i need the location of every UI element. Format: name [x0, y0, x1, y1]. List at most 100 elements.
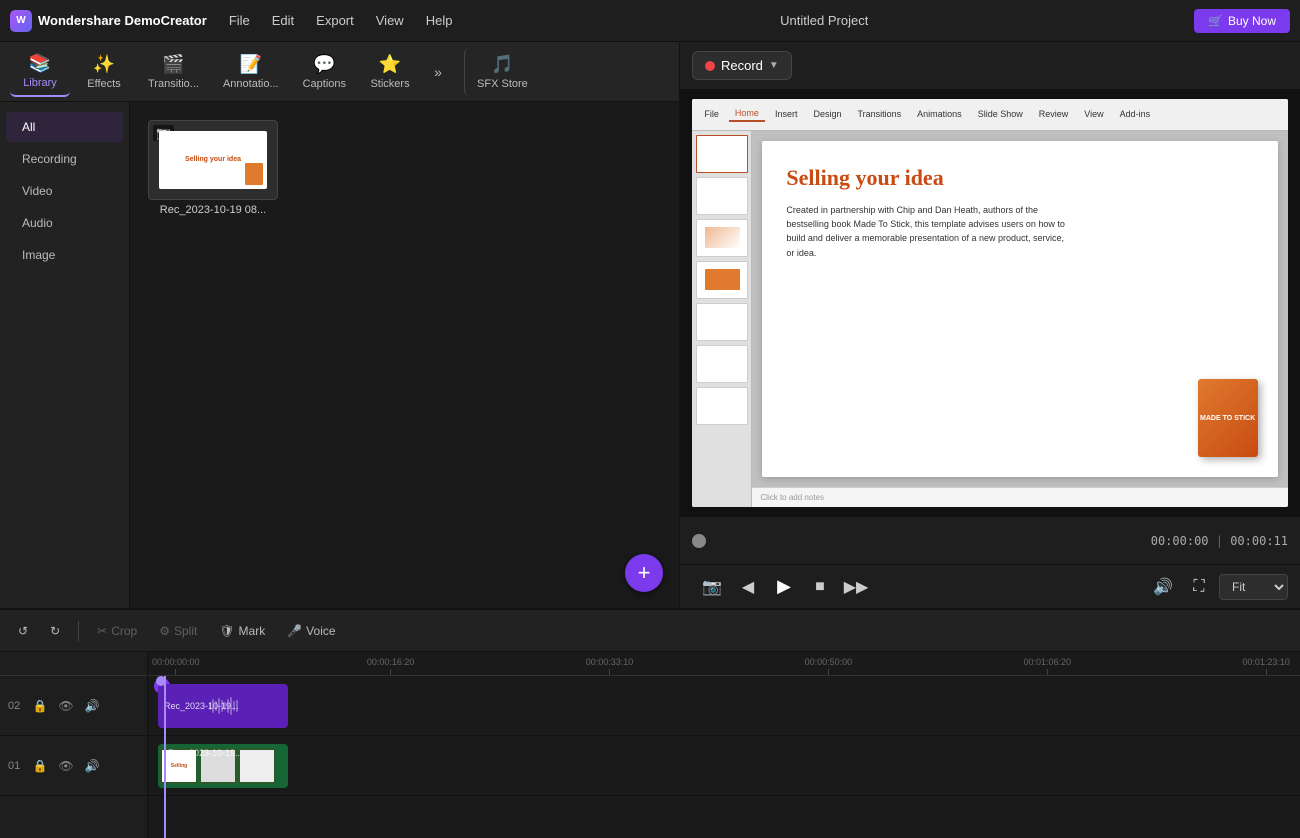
ppt-tab-transitions[interactable]: Transitions [851, 107, 907, 121]
crop-button[interactable]: ✂ Crop [89, 620, 145, 642]
playhead [164, 676, 166, 838]
app-name: Wondershare DemoCreator [38, 13, 207, 28]
tool-sfxstore[interactable]: 🎵 SFX Store [464, 48, 538, 96]
bar [224, 702, 226, 710]
menu-help[interactable]: Help [424, 9, 455, 32]
add-media-button[interactable]: + [625, 554, 663, 592]
ppt-slide-thumb-6[interactable] [696, 345, 748, 383]
ppt-tab-home[interactable]: Home [729, 106, 765, 122]
sidebar-item-audio[interactable]: Audio [6, 208, 123, 238]
prev-icon: ◀ [742, 577, 754, 597]
tool-effects[interactable]: ✨ Effects [74, 48, 134, 96]
project-title: Untitled Project [474, 13, 1174, 28]
ppt-tab-view[interactable]: View [1078, 107, 1109, 121]
library-sidebar: All Recording Video Audio Image [0, 102, 130, 608]
sidebar-audio-label: Audio [22, 216, 53, 230]
split-button[interactable]: ⚙ Split [151, 620, 205, 642]
bar [233, 701, 235, 711]
redo-button[interactable]: ↻ [42, 620, 68, 642]
ppt-tab-addins[interactable]: Add-ins [1114, 107, 1157, 121]
menu-file[interactable]: File [227, 9, 252, 32]
library-toolbar: 📚 Library ✨ Effects 🎬 Transitio... 📝 Ann… [0, 42, 679, 102]
volume-button[interactable]: 🔊 [1147, 571, 1179, 603]
ruler-mark-5: 00:01:23:10 [1242, 657, 1290, 675]
ppt-tab-file[interactable]: File [698, 107, 725, 121]
ppt-slide-thumb-3[interactable] [696, 219, 748, 257]
audio-button-02[interactable]: 🔊 [82, 696, 102, 716]
ppt-tab-insert[interactable]: Insert [769, 107, 804, 121]
crop-icon: ✂ [97, 624, 107, 638]
slide-thumb-content-4 [705, 269, 740, 291]
ppt-tab-slideshow[interactable]: Slide Show [972, 107, 1029, 121]
track-row-01: Selling [148, 736, 1300, 796]
record-button[interactable]: Record ▼ [692, 51, 792, 80]
voice-button[interactable]: 🎤 Voice [279, 620, 343, 642]
prev-button[interactable]: ◀ [732, 571, 764, 603]
menu-view[interactable]: View [374, 9, 406, 32]
bar [209, 702, 211, 710]
ppt-tab-design[interactable]: Design [807, 107, 847, 121]
slide-thumb-content-5 [705, 311, 740, 333]
slide-title: Selling your idea [786, 165, 943, 191]
timeline-toolbar: ↺ ↻ ✂ Crop ⚙ Split 🛡 Mark 🎤 Voice [0, 610, 1300, 652]
bar [212, 699, 214, 713]
ppt-slide-thumb-1[interactable] [696, 135, 748, 173]
waveform-bars [209, 697, 238, 715]
more-tools-button[interactable]: » [424, 58, 452, 86]
undo-button[interactable]: ↺ [10, 620, 36, 642]
stop-button[interactable]: ■ [804, 571, 836, 603]
visibility-button-02[interactable]: 👁 [56, 696, 76, 716]
sidebar-item-all[interactable]: All [6, 112, 123, 142]
split-label: Split [174, 624, 197, 638]
ruler-mark-1: 00:00:16:20 [367, 657, 415, 675]
time-display: 00:00:00 | 00:00:11 [714, 534, 1288, 548]
ppt-slide-thumb-4[interactable] [696, 261, 748, 299]
annotations-icon: 📝 [240, 54, 262, 75]
timeline-tracks-area: 00:00:00:00 00:00:16:20 00:00:33:10 00:0… [148, 652, 1300, 838]
play-button[interactable]: ▶ [768, 571, 800, 603]
track-label-02: 02 🔒 👁 🔊 [0, 676, 147, 736]
lock-button-02[interactable]: 🔒 [30, 696, 50, 716]
zoom-select[interactable]: Fit 50% 75% 100% [1219, 574, 1288, 600]
redo-icon: ↻ [50, 624, 60, 638]
sidebar-item-recording[interactable]: Recording [6, 144, 123, 174]
video-clip-02[interactable]: Rec_2023-10-19... [158, 684, 288, 728]
slide-body-text: Created in partnership with Chip and Dan… [786, 203, 1066, 261]
record-indicator [705, 61, 715, 71]
ppt-slide-thumb-5[interactable] [696, 303, 748, 341]
tool-captions[interactable]: 💬 Captions [293, 48, 356, 96]
ppt-tab-review[interactable]: Review [1033, 107, 1075, 121]
slide-book: MADE TO STICK [1198, 379, 1258, 457]
sidebar-item-image[interactable]: Image [6, 240, 123, 270]
mark-button[interactable]: 🛡 Mark [211, 620, 273, 642]
fullscreen-button[interactable]: ⛶ [1183, 571, 1215, 603]
audio-button-01[interactable]: 🔊 [82, 756, 102, 776]
media-item[interactable]: 📷 Selling your idea Rec_2023-10-19 08... [148, 120, 278, 216]
tool-transitions[interactable]: 🎬 Transitio... [138, 48, 209, 96]
tool-stickers[interactable]: ⭐ Stickers [360, 48, 420, 96]
screen-clip-01[interactable]: Selling [158, 744, 288, 788]
track-row-02: C [148, 676, 1300, 736]
tool-annotations[interactable]: 📝 Annotatio... [213, 48, 289, 96]
buy-now-button[interactable]: 🛒 Buy Now [1194, 9, 1290, 33]
plus-icon: + [638, 560, 651, 586]
visibility-button-01[interactable]: 👁 [56, 756, 76, 776]
slide-thumb-content-6 [705, 353, 740, 375]
ppt-tab-animations[interactable]: Animations [911, 107, 968, 121]
menu-edit[interactable]: Edit [270, 9, 296, 32]
slide-thumb-content-2 [705, 185, 740, 207]
buy-now-label: Buy Now [1228, 14, 1276, 28]
next-button[interactable]: ▶▶ [840, 571, 872, 603]
thumb-slide-title: Selling your idea [183, 154, 243, 166]
sidebar-item-video[interactable]: Video [6, 176, 123, 206]
preview-panel: Record ▼ File Home Insert Design Transit… [680, 42, 1300, 608]
tool-library[interactable]: 📚 Library [10, 47, 70, 97]
menu-export[interactable]: Export [314, 9, 356, 32]
ppt-slide-thumb-2[interactable] [696, 177, 748, 215]
ruler-label-3: 00:00:50:00 [805, 657, 853, 667]
toolbar-separator [78, 621, 79, 641]
tracks-content: C [148, 676, 1300, 838]
screenshot-button[interactable]: 📷 [696, 571, 728, 603]
ppt-slide-thumb-7[interactable] [696, 387, 748, 425]
lock-button-01[interactable]: 🔒 [30, 756, 50, 776]
